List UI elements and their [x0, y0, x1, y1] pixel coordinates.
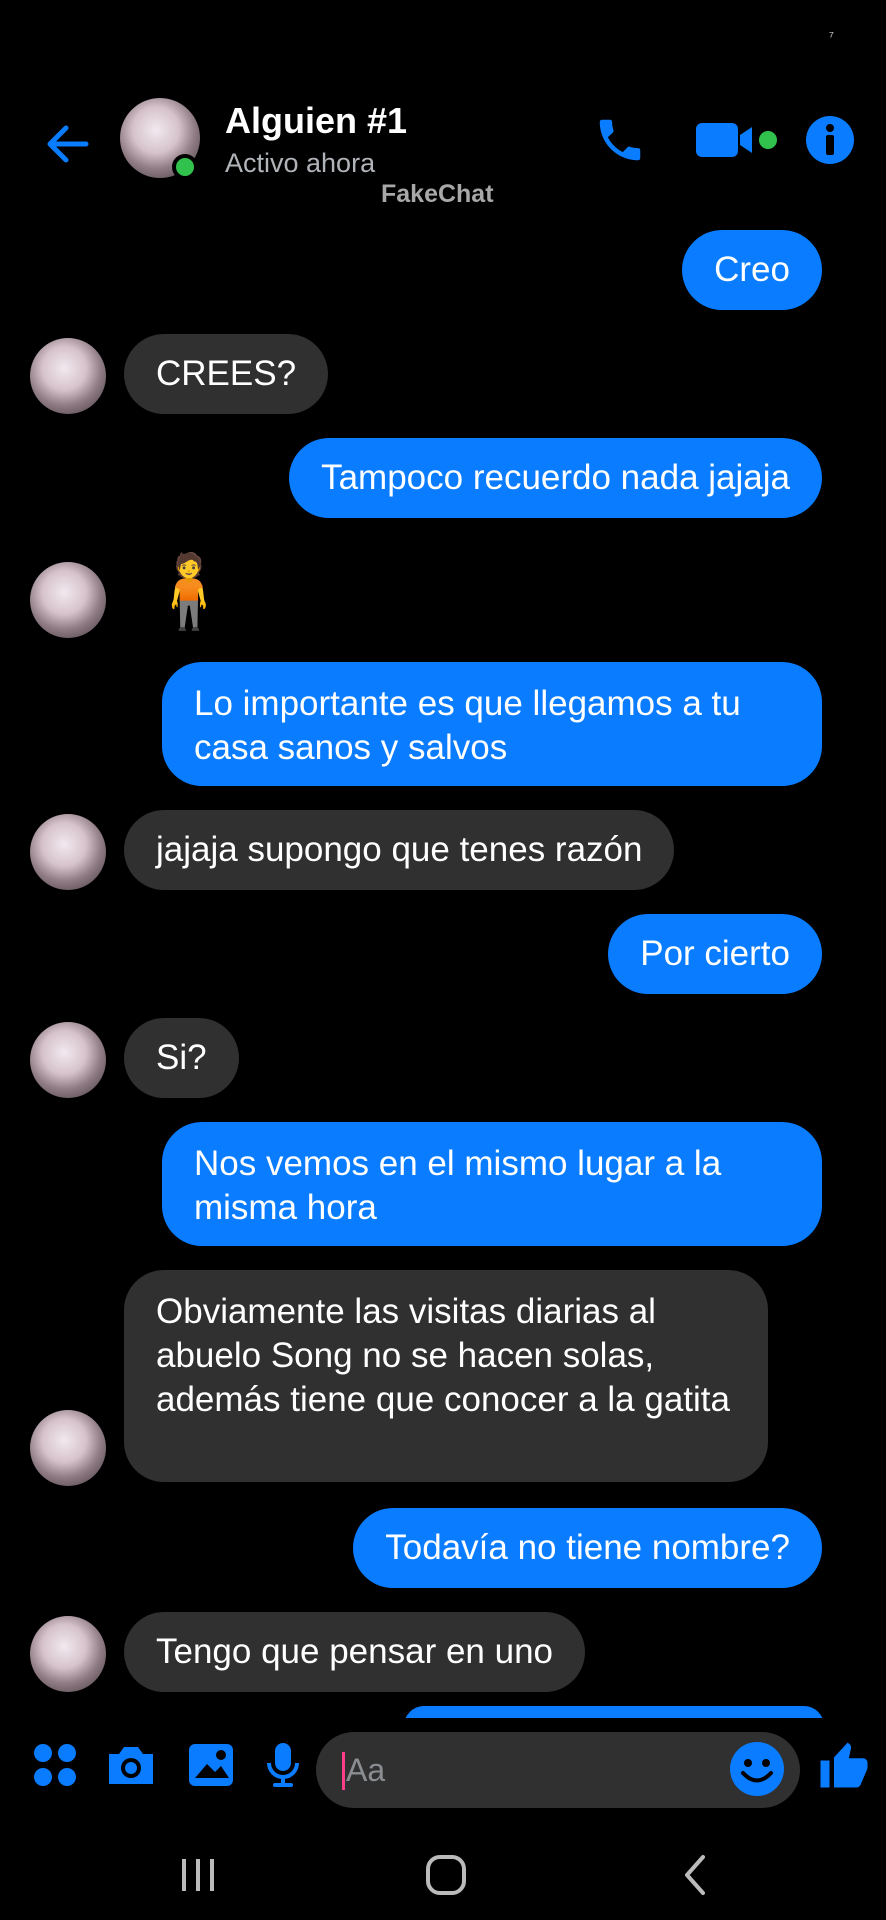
message-emoji-incoming[interactable]: 🧍 — [144, 552, 234, 632]
back-arrow-icon — [47, 125, 89, 163]
message-bubble-incoming[interactable]: jajaja supongo que tenes razón — [124, 810, 675, 890]
apps-icon — [34, 1744, 76, 1786]
info-icon — [806, 116, 854, 164]
thumbs-up-icon — [820, 1742, 868, 1788]
message-bubble-outgoing[interactable]: Lo importante es que llegamos a tu casa … — [162, 662, 822, 786]
message-bubble-incoming[interactable]: CREES? — [124, 334, 329, 414]
emoji-button[interactable] — [728, 1740, 786, 1798]
system-nav-bar — [0, 1820, 886, 1920]
nav-back-button[interactable] — [664, 1850, 724, 1900]
chat-header: Alguien #1 Activo ahora FakeChat — [0, 90, 886, 208]
home-button[interactable] — [416, 1850, 476, 1900]
info-button[interactable] — [800, 110, 860, 170]
contact-avatar-small — [30, 1616, 106, 1692]
message-input[interactable] — [346, 1732, 726, 1808]
message-bubble-outgoing[interactable]: Nos vemos en el mismo lugar a la misma h… — [162, 1122, 822, 1246]
camera-icon — [109, 1747, 153, 1784]
microphone-button[interactable] — [254, 1736, 312, 1794]
contact-name[interactable]: Alguien #1 — [225, 100, 407, 142]
contact-avatar-small — [30, 1022, 106, 1098]
like-button[interactable] — [814, 1736, 872, 1794]
camera-button[interactable] — [102, 1736, 160, 1794]
video-call-button[interactable] — [694, 110, 784, 170]
online-indicator — [172, 154, 198, 180]
message-bubble-outgoing[interactable]: Tampoco recuerdo nada jajaja — [289, 438, 822, 518]
message-bubble-outgoing-partial[interactable] — [404, 1706, 824, 1718]
message-input-box[interactable] — [316, 1732, 800, 1808]
image-icon — [189, 1744, 233, 1786]
recent-apps-icon — [182, 1859, 214, 1891]
phone-icon — [599, 119, 641, 161]
status-bar-glyph: ⁷ — [828, 28, 834, 44]
composer-bar — [0, 1718, 886, 1818]
contact-avatar-small — [30, 814, 106, 890]
gallery-button[interactable] — [182, 1736, 240, 1794]
message-list[interactable]: Creo CREES? Tampoco recuerdo nada jajaja… — [0, 200, 886, 1718]
contact-avatar-small — [30, 1410, 106, 1486]
message-bubble-outgoing[interactable]: Por cierto — [608, 914, 822, 994]
message-bubble-incoming[interactable]: Tengo que pensar en uno — [124, 1612, 585, 1692]
apps-button[interactable] — [26, 1736, 84, 1794]
call-button[interactable] — [590, 110, 650, 170]
back-icon — [685, 1855, 705, 1895]
message-bubble-outgoing[interactable]: Creo — [682, 230, 822, 310]
emoji-icon — [730, 1742, 784, 1796]
message-bubble-incoming[interactable]: Si? — [124, 1018, 239, 1098]
contact-avatar-small — [30, 338, 106, 414]
home-icon — [426, 1855, 466, 1895]
recent-apps-button[interactable] — [168, 1850, 228, 1900]
back-button[interactable] — [40, 116, 96, 172]
message-bubble-outgoing[interactable]: Todavía no tiene nombre? — [353, 1508, 822, 1588]
contact-avatar-small — [30, 562, 106, 638]
microphone-icon — [267, 1743, 299, 1787]
video-camera-icon — [696, 123, 777, 157]
message-bubble-incoming[interactable]: Obviamente las visitas diarias al abuelo… — [124, 1270, 768, 1482]
text-caret — [342, 1752, 345, 1790]
contact-status: Activo ahora — [225, 148, 376, 178]
